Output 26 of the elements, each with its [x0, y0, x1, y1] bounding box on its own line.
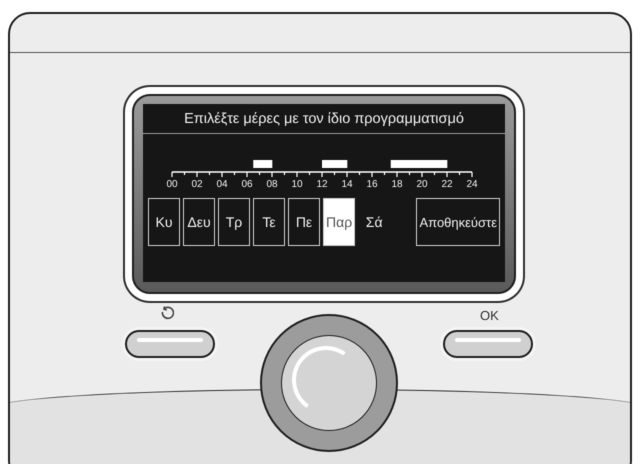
day-option[interactable]: Κυ: [148, 198, 180, 246]
day-option[interactable]: Τε: [253, 198, 285, 246]
back-arrow-icon: [160, 306, 174, 322]
screen-title: Επιλέξτε μέρες με τον ίδιο προγραμματισμό: [143, 104, 505, 134]
back-key[interactable]: [125, 330, 215, 358]
ok-key[interactable]: [443, 330, 533, 358]
hour-label: 14: [341, 179, 353, 190]
hour-label: 20: [416, 179, 428, 190]
day-option[interactable]: Πε: [288, 198, 320, 246]
hour-label: 10: [291, 179, 303, 190]
save-button[interactable]: Αποθηκεύστε: [416, 198, 500, 246]
hour-label: 12: [316, 179, 328, 190]
hour-label: 24: [466, 179, 478, 190]
hour-label: 18: [391, 179, 403, 190]
day-option[interactable]: Δευ: [183, 198, 215, 246]
day-option[interactable]: Σά: [358, 198, 390, 246]
day-option[interactable]: Τρ: [218, 198, 250, 246]
hour-label: 00: [166, 179, 178, 190]
hour-label: 06: [241, 179, 253, 190]
hour-label: 22: [441, 179, 453, 190]
ok-label: OK: [480, 308, 499, 323]
hour-label: 02: [191, 179, 203, 190]
day-option[interactable]: Παρ: [323, 198, 356, 246]
hour-label: 16: [366, 179, 378, 190]
hour-label: 08: [266, 179, 278, 190]
hour-label: 04: [216, 179, 228, 190]
